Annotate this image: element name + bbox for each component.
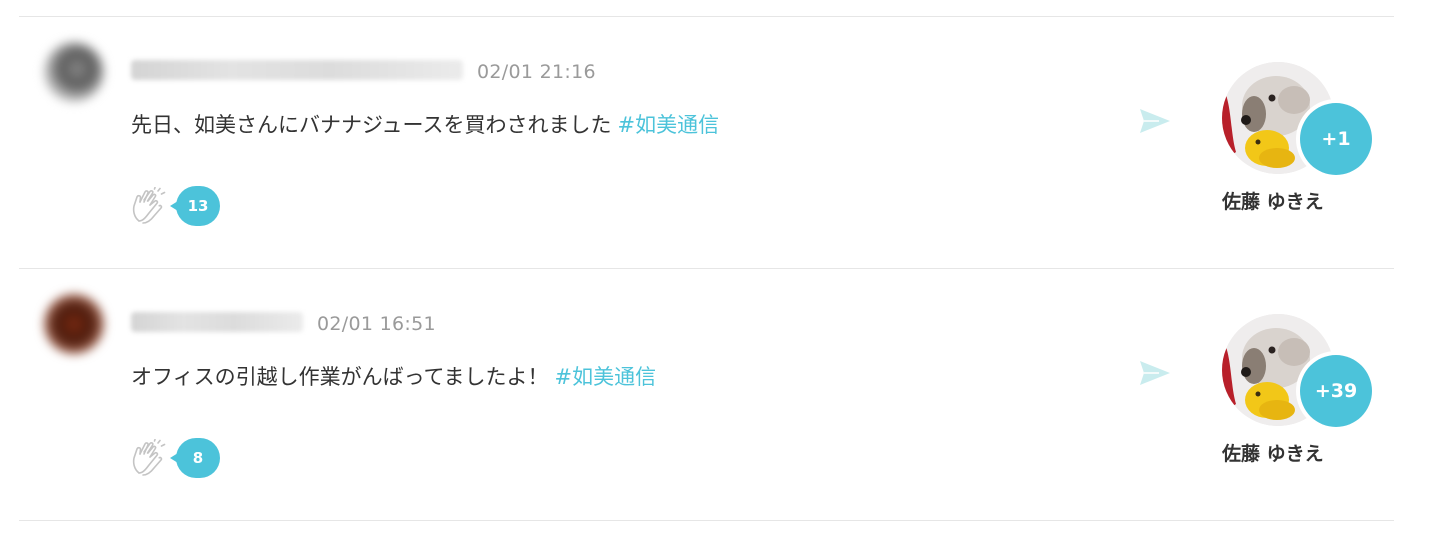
clap-icon[interactable]: [130, 187, 166, 225]
hashtag-link[interactable]: #如美通信: [554, 365, 656, 389]
hashtag-link[interactable]: #如美通信: [617, 113, 719, 137]
clap-count-badge: 8: [170, 438, 220, 478]
recipient-name[interactable]: 佐藤 ゆきえ: [1222, 189, 1324, 215]
author-avatar[interactable]: [44, 42, 104, 102]
clap-icon[interactable]: [130, 439, 166, 477]
author-avatar[interactable]: [44, 294, 104, 354]
post-item: 02/01 16:51 オフィスの引越し作業がんばってましたよ！#如美通信 8: [0, 252, 1440, 504]
send-icon[interactable]: [1139, 359, 1171, 387]
divider: [19, 520, 1394, 521]
clap-count-badge: 13: [170, 186, 220, 226]
post-timestamp: 02/01 21:16: [477, 61, 596, 83]
post-item: 02/01 21:16 先日、如美さんにバナナジュースを買わされました #如美通信…: [0, 0, 1440, 252]
send-icon[interactable]: [1139, 107, 1171, 135]
author-name-blurred: [131, 60, 463, 80]
post-message: 先日、如美さんにバナナジュースを買わされました #如美通信: [131, 111, 719, 139]
post-timestamp: 02/01 16:51: [317, 313, 436, 335]
more-recipients-badge[interactable]: +1: [1300, 103, 1372, 175]
post-feed: 02/01 21:16 先日、如美さんにバナナジュースを買わされました #如美通信…: [0, 0, 1440, 539]
post-message-text: オフィスの引越し作業がんばってましたよ！: [131, 365, 549, 389]
recipient-name[interactable]: 佐藤 ゆきえ: [1222, 441, 1324, 467]
post-message: オフィスの引越し作業がんばってましたよ！ #如美通信: [131, 363, 656, 391]
more-recipients-badge[interactable]: +39: [1300, 355, 1372, 427]
author-name-blurred: [131, 312, 303, 332]
post-message-text: 先日、如美さんにバナナジュースを買わされました: [131, 113, 612, 137]
